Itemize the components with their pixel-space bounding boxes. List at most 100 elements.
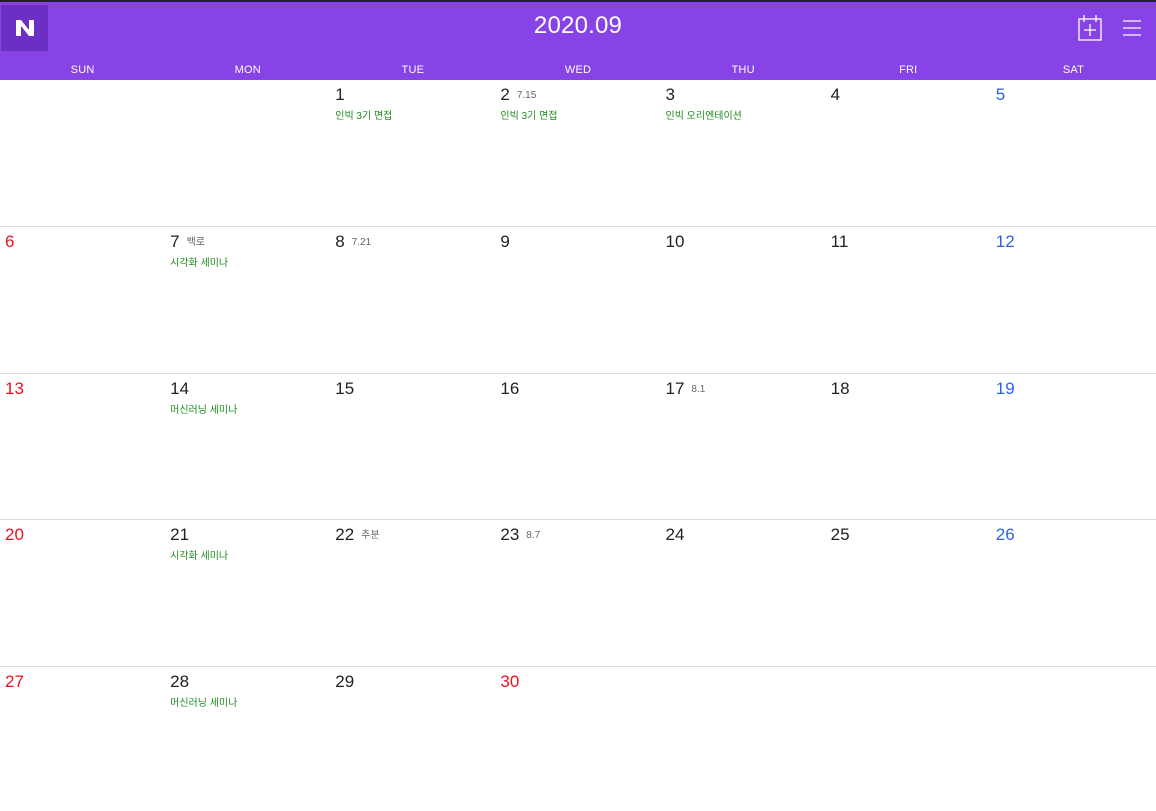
day-cell[interactable]: 15 <box>330 374 496 520</box>
day-cell-header: 30 <box>500 672 519 692</box>
month-grid: 1 인빅 3기 면접 2 7.15 인빅 3기 면접 3 인빅 오리엔테이션 4 5 6 7 백로시각… <box>0 80 1156 811</box>
day-cell-header: 6 <box>5 232 14 252</box>
lunar-or-solar-term-note: 8.1 <box>691 384 706 395</box>
day-cell-header: 23 8.7 <box>500 525 540 545</box>
day-number: 15 <box>335 379 355 398</box>
day-number: 7 <box>170 232 180 251</box>
day-cell-header: 17 8.1 <box>666 379 706 399</box>
day-number: 3 <box>665 85 675 104</box>
day-cell-header: 11 <box>831 232 849 252</box>
weekday-fri: FRI <box>899 64 918 76</box>
event-item[interactable]: 머신러닝 세미나 <box>170 694 237 709</box>
day-number: 25 <box>830 525 850 544</box>
day-cell[interactable]: 24 <box>660 520 826 667</box>
day-cell-header: 21 <box>170 525 189 545</box>
day-cell[interactable]: 17 8.1 <box>660 374 826 520</box>
day-cell[interactable]: 11 <box>825 227 991 374</box>
day-cell-header: 13 <box>5 379 24 399</box>
header-bar: 2020.09 <box>0 2 1156 60</box>
weekday-mon: MON <box>234 64 261 76</box>
day-number: 18 <box>830 379 850 398</box>
day-cell[interactable]: 3 인빅 오리엔테이션 <box>660 80 826 227</box>
day-number: 29 <box>335 672 355 691</box>
day-cell[interactable]: 1 인빅 3기 면접 <box>330 80 496 227</box>
day-cell[interactable]: 13 <box>0 374 166 520</box>
day-number: 10 <box>665 232 685 251</box>
day-cell[interactable]: 9 <box>495 227 661 374</box>
day-number: 2 <box>500 85 510 104</box>
day-number: 17 <box>665 379 685 398</box>
day-number: 4 <box>830 85 841 104</box>
day-number: 23 <box>500 525 520 544</box>
day-cell[interactable] <box>0 80 166 227</box>
day-number: 14 <box>170 379 190 398</box>
day-cell[interactable]: 12 <box>990 227 1156 374</box>
day-cell[interactable]: 8 7.21 <box>330 227 496 374</box>
day-cell[interactable]: 21 시각화 세미나 <box>165 520 331 667</box>
day-cell[interactable] <box>661 667 826 811</box>
day-cell-header: 27 <box>5 672 24 692</box>
day-number: 8 <box>335 232 345 251</box>
day-cell[interactable] <box>991 667 1156 811</box>
day-cell[interactable]: 18 <box>825 374 991 520</box>
day-cell[interactable] <box>826 667 991 811</box>
day-number: 26 <box>995 525 1015 544</box>
day-number: 19 <box>995 379 1015 398</box>
day-cell[interactable]: 20 <box>0 520 166 667</box>
event-item[interactable]: 시각화 세미나 <box>170 547 228 562</box>
day-cell[interactable] <box>165 80 331 227</box>
day-cell[interactable]: 30 <box>495 667 660 811</box>
event-item[interactable]: 인빅 3기 면접 <box>500 107 557 122</box>
day-cell[interactable]: 19 <box>990 374 1156 520</box>
add-event-button[interactable] <box>1074 12 1106 44</box>
day-cell[interactable]: 16 <box>495 374 661 520</box>
day-number: 21 <box>170 525 190 544</box>
weekday-thu: THU <box>731 64 755 76</box>
day-cell[interactable]: 2 7.15 인빅 3기 면접 <box>495 80 661 227</box>
day-number: 28 <box>170 672 190 691</box>
lunar-or-solar-term-note: 추분 <box>361 530 380 541</box>
day-cell-header: 15 <box>335 379 354 399</box>
day-cell-header: 24 <box>666 525 685 545</box>
day-cell[interactable]: 6 <box>0 227 166 374</box>
lunar-or-solar-term-note: 7.15 <box>516 90 537 101</box>
day-number: 12 <box>995 232 1015 251</box>
day-cell-header: 9 <box>500 232 509 252</box>
day-number: 6 <box>5 232 15 251</box>
event-item[interactable]: 인빅 오리엔테이션 <box>666 107 742 122</box>
event-item[interactable]: 시각화 세미나 <box>170 254 228 269</box>
calendar-app: 2020.09 SUN MON TUE WED THU FRI SAT 1인빅 … <box>0 0 1156 811</box>
day-number: 11 <box>830 232 849 251</box>
day-cell[interactable]: 5 <box>990 80 1156 227</box>
day-cell[interactable]: 29 <box>330 667 495 811</box>
day-cell[interactable]: 4 <box>825 80 991 227</box>
day-cell[interactable]: 22 추분 <box>330 520 496 667</box>
month-title[interactable]: 2020.09 <box>0 2 1156 50</box>
day-number: 1 <box>335 85 345 104</box>
event-item[interactable]: 머신러닝 세미나 <box>170 401 237 416</box>
day-cell-header: 5 <box>996 85 1005 105</box>
day-cell-header: 29 <box>335 672 354 692</box>
day-cell[interactable]: 28 머신러닝 세미나 <box>165 667 330 811</box>
day-cell[interactable]: 14 머신러닝 세미나 <box>165 374 331 520</box>
day-cell-header: 14 <box>170 379 189 399</box>
day-cell-header: 10 <box>666 232 685 252</box>
day-cell-header: 8 7.21 <box>335 232 371 252</box>
menu-button[interactable] <box>1116 12 1148 44</box>
day-cell[interactable]: 27 <box>0 667 165 811</box>
day-number: 5 <box>995 85 1006 104</box>
calendar-plus-icon <box>1078 15 1102 41</box>
day-cell[interactable]: 23 8.7 <box>495 520 661 667</box>
lunar-or-solar-term-note: 8.7 <box>526 530 541 541</box>
lunar-or-solar-term-note: 7.21 <box>351 237 372 248</box>
day-number: 20 <box>5 525 24 544</box>
day-number: 22 <box>335 525 355 544</box>
day-cell[interactable]: 7 백로시각화 세미나 <box>165 227 331 374</box>
event-item[interactable]: 인빅 3기 면접 <box>335 107 392 122</box>
day-cell[interactable]: 25 <box>825 520 991 667</box>
day-cell-header: 7 백로 <box>170 232 205 252</box>
day-cell[interactable]: 10 <box>660 227 826 374</box>
day-cell[interactable]: 26 <box>990 520 1156 667</box>
day-cell-header: 19 <box>996 379 1015 399</box>
weekday-sun: SUN <box>70 64 95 76</box>
